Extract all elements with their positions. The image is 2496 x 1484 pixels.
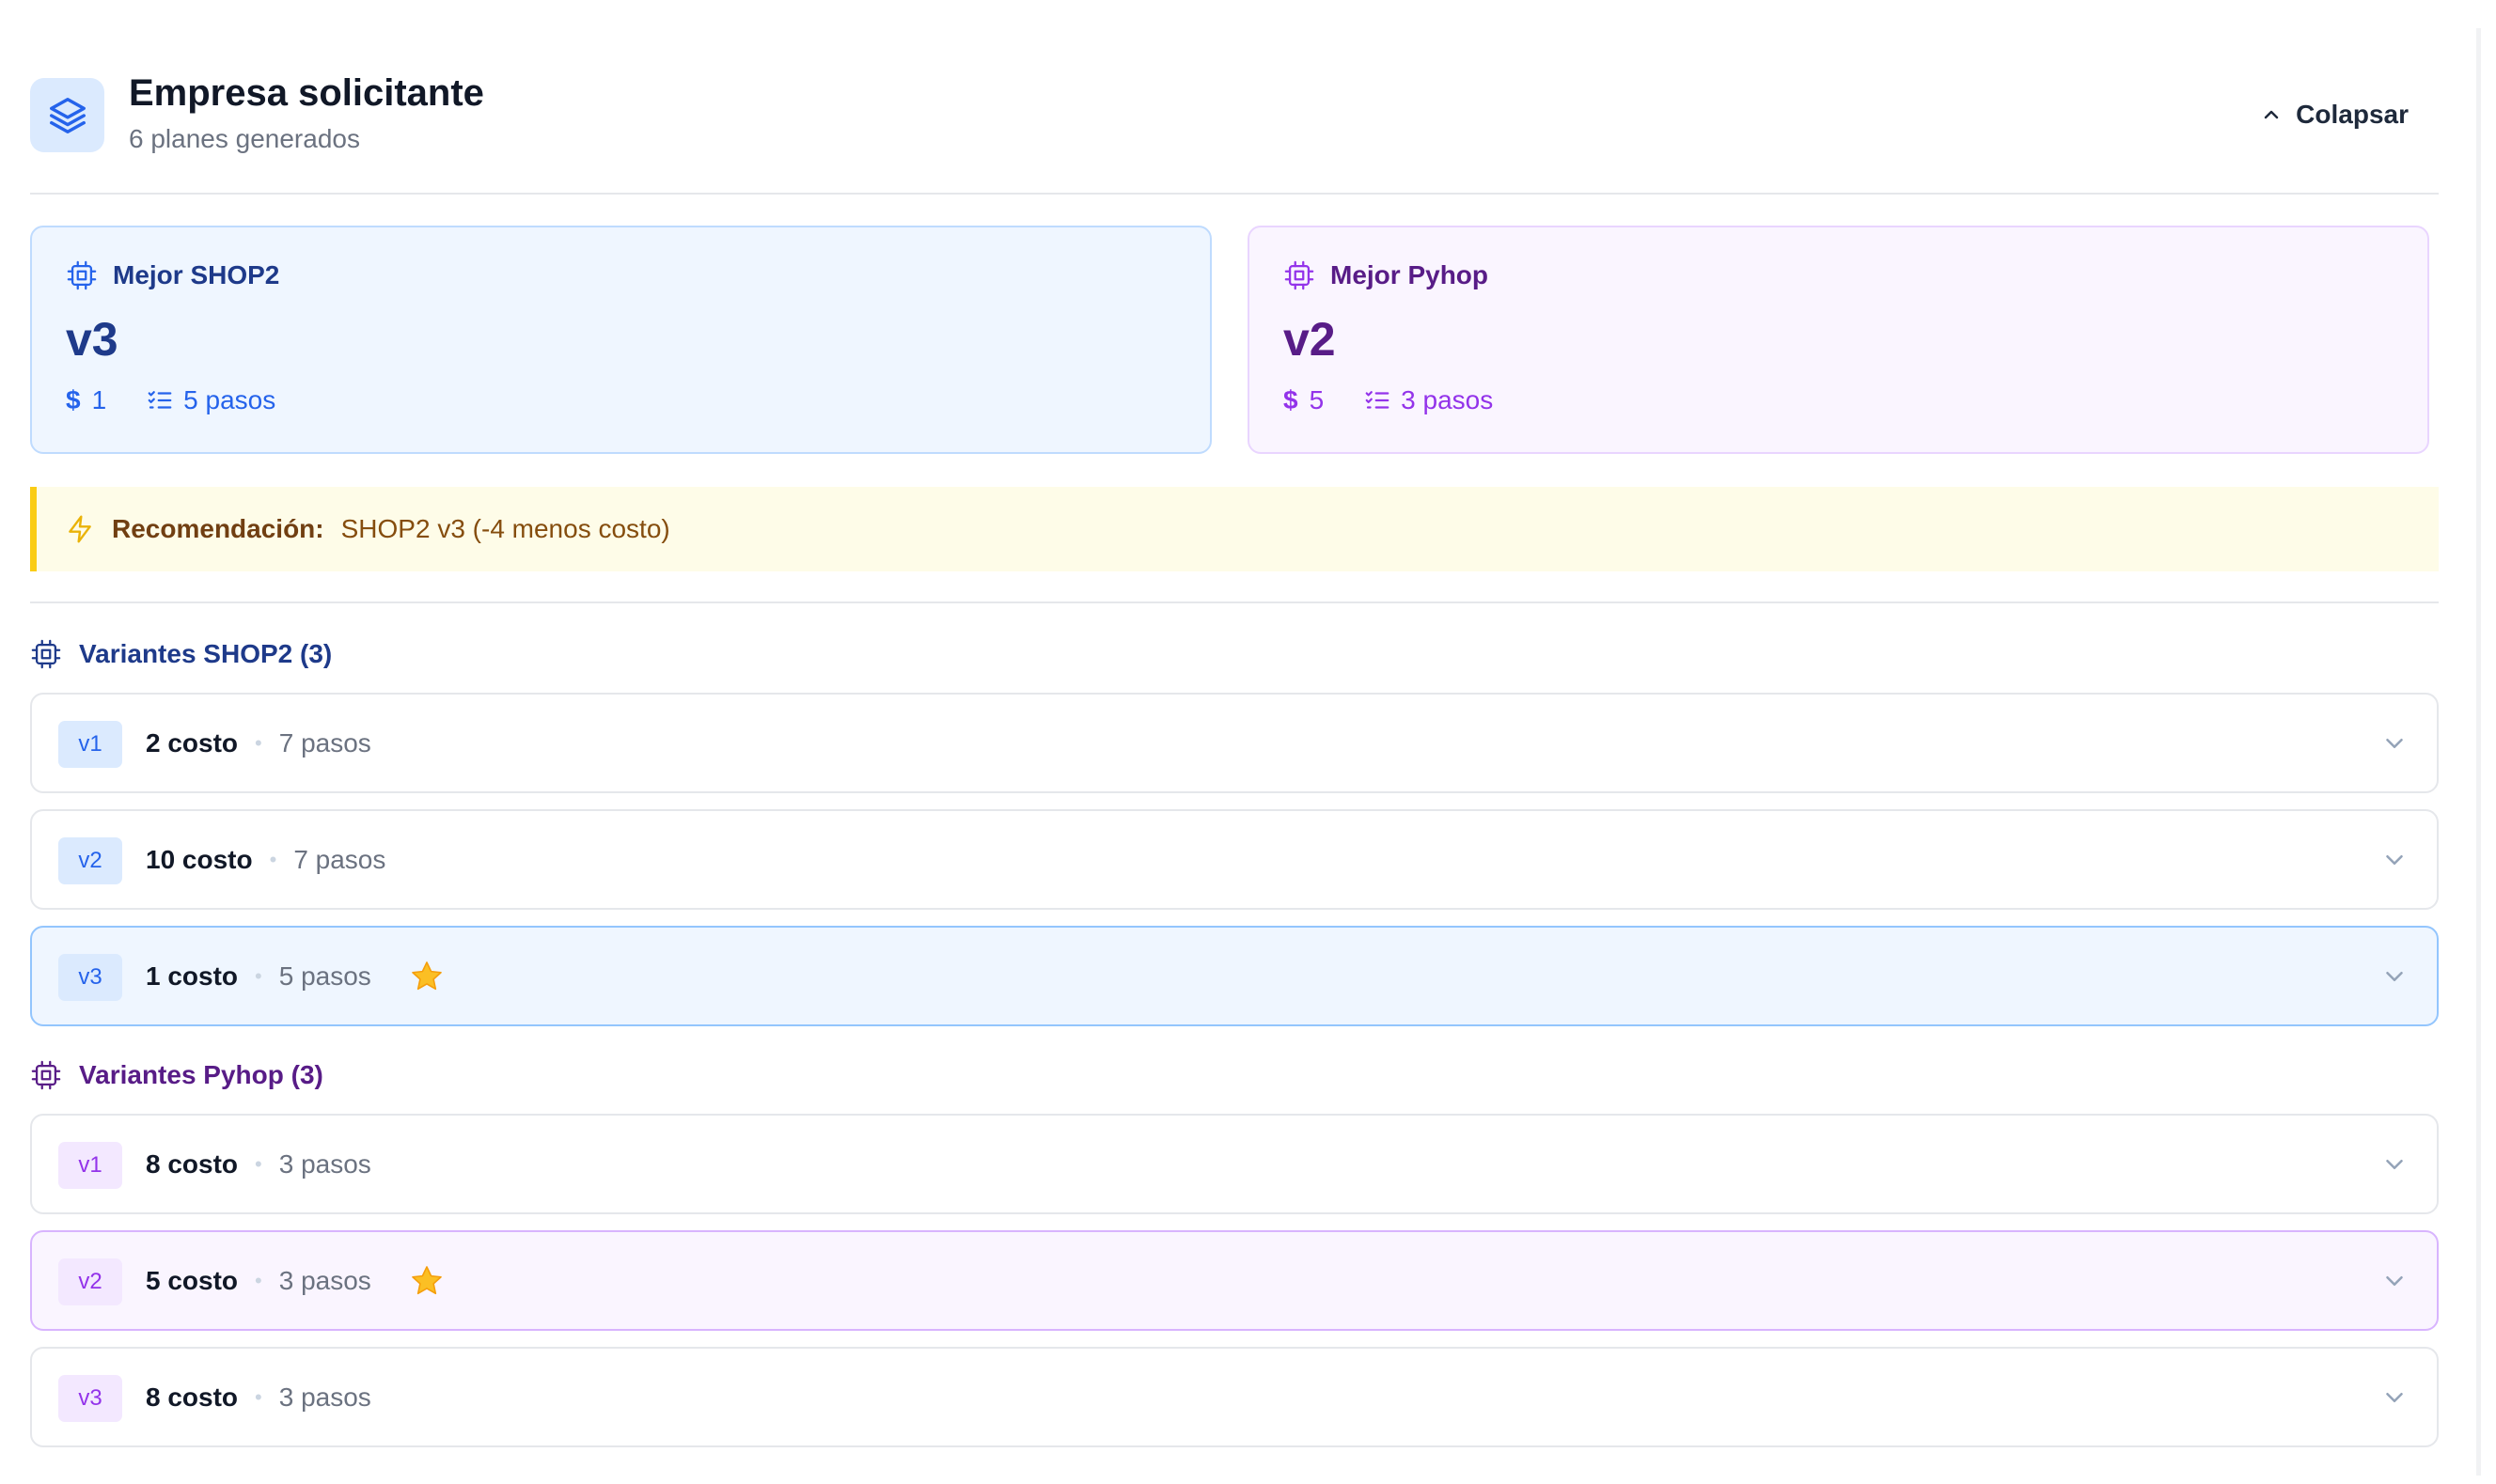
best-shop2-cost: 1 [91, 385, 107, 414]
recommendation-banner: Recomendación: SHOP2 v3 (-4 menos costo) [30, 487, 2439, 571]
variant-row-shop2-v3[interactable]: v3 1 costo • 5 pasos [30, 926, 2439, 1026]
cpu-icon [31, 639, 61, 669]
chevron-down-icon[interactable] [2380, 1267, 2409, 1295]
version-tag: v3 [58, 1375, 122, 1422]
variant-steps: 3 pasos [278, 1148, 371, 1179]
variant-steps: 7 pasos [293, 844, 386, 874]
version-tag: v2 [58, 1258, 122, 1305]
variant-cost: 8 costo [146, 1382, 239, 1412]
cpu-icon [1284, 260, 1314, 290]
collapse-label: Colapsar [2296, 100, 2409, 129]
section-divider [30, 601, 2439, 603]
best-pyhop-label: Mejor Pyhop [1330, 260, 1489, 289]
variant-row-shop2-v2[interactable]: v2 10 costo • 7 pasos [30, 809, 2439, 910]
variant-steps: 3 pasos [278, 1382, 371, 1412]
dollar-icon: $ [1283, 385, 1298, 414]
variant-cost: 2 costo [146, 727, 239, 758]
chevron-down-icon[interactable] [2380, 846, 2409, 874]
section-title-shop2: Variantes SHOP2 (3) [30, 635, 332, 673]
version-tag: v1 [58, 721, 122, 768]
chevron-down-icon[interactable] [2380, 1383, 2409, 1412]
page-title: Empresa solicitante [129, 72, 484, 114]
separator-dot: • [255, 1151, 262, 1176]
recommendation-text: SHOP2 v3 (-4 menos costo) [340, 514, 670, 543]
section-title-shop2-label: Variantes SHOP2 (3) [79, 639, 333, 668]
variant-row-pyhop-v1[interactable]: v1 8 costo • 3 pasos [30, 1114, 2439, 1214]
separator-dot: • [255, 1268, 262, 1292]
chevron-down-icon[interactable] [2380, 729, 2409, 758]
section-title-pyhop: Variantes Pyhop (3) [30, 1056, 323, 1094]
zap-icon [69, 515, 91, 543]
cpu-icon [31, 1060, 61, 1090]
version-tag: v1 [58, 1142, 122, 1189]
best-pyhop-steps: 3 pasos [1401, 385, 1494, 414]
best-pyhop-version: v2 [1283, 313, 1336, 366]
dollar-icon: $ [66, 385, 81, 414]
panel-edge [2476, 28, 2481, 1476]
chevron-down-icon[interactable] [2380, 962, 2409, 991]
recommendation-label: Recomendación: [112, 514, 324, 543]
variant-cost: 8 costo [146, 1148, 239, 1179]
version-tag: v2 [58, 837, 122, 884]
best-pyhop-cost: 5 [1309, 385, 1325, 414]
version-tag: v3 [58, 954, 122, 1001]
plans-count: 6 planes generados [129, 124, 360, 153]
header-divider [30, 193, 2439, 195]
separator-dot: • [255, 1384, 262, 1409]
separator-dot: • [269, 847, 277, 871]
cpu-icon [67, 260, 97, 290]
variant-cost: 1 costo [146, 961, 239, 991]
best-shop2-label: Mejor SHOP2 [113, 260, 280, 289]
variant-row-pyhop-v3[interactable]: v3 8 costo • 3 pasos [30, 1347, 2439, 1447]
star-icon [411, 961, 442, 990]
separator-dot: • [255, 730, 262, 755]
variant-cost: 10 costo [146, 844, 253, 874]
best-shop2-steps: 5 pasos [183, 385, 276, 414]
variant-cost: 5 costo [146, 1265, 239, 1295]
section-title-pyhop-label: Variantes Pyhop (3) [79, 1060, 323, 1089]
separator-dot: • [255, 963, 262, 988]
variant-steps: 3 pasos [278, 1265, 371, 1295]
variant-steps: 5 pasos [278, 961, 371, 991]
layers-icon [30, 78, 104, 152]
collapse-button[interactable]: Colapsar [2260, 94, 2409, 135]
chevron-up-icon [2264, 110, 2279, 119]
variant-row-shop2-v1[interactable]: v1 2 costo • 7 pasos [30, 693, 2439, 793]
panel-header: Empresa solicitante 6 planes generados C… [30, 70, 2437, 155]
list-checks-icon [1365, 391, 1389, 409]
chevron-down-icon[interactable] [2380, 1150, 2409, 1179]
best-pyhop-card: Mejor Pyhop v2 $ 5 3 pasos [1248, 226, 2429, 454]
plans-panel: Empresa solicitante 6 planes generados C… [0, 0, 2496, 1484]
list-checks-icon [148, 391, 172, 409]
best-shop2-card: Mejor SHOP2 v3 $ 1 5 pasos [30, 226, 1212, 454]
variant-steps: 7 pasos [278, 727, 371, 758]
best-shop2-version: v3 [66, 313, 118, 366]
variant-row-pyhop-v2[interactable]: v2 5 costo • 3 pasos [30, 1230, 2439, 1331]
star-icon [411, 1265, 442, 1294]
